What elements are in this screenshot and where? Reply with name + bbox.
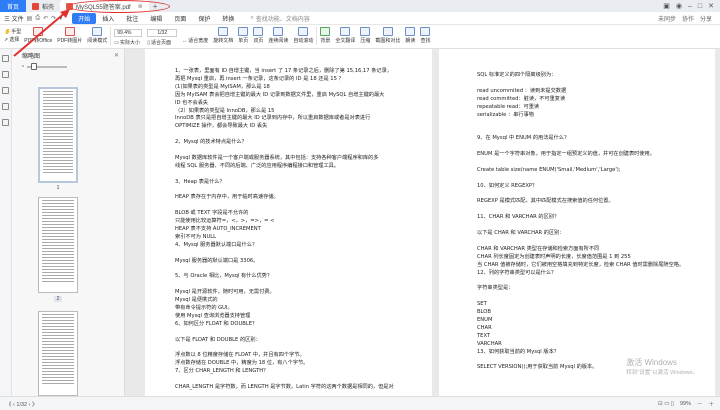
document-text-line: read committed：脏读，不可重复读 <box>477 95 566 102</box>
document-text-line: Create table size(name ENUM('Smail,'Medi… <box>477 166 621 173</box>
page-thumbnail[interactable] <box>38 311 78 396</box>
document-text-line: 带有命令提示符的 GUI。 <box>175 305 233 311</box>
document-text-line: REGEXP 是模式匹配，其中匹配模式在搜索值的任何位置。 <box>477 198 614 205</box>
document-text-line: ENUM <box>477 316 493 323</box>
pdf-page-left: 1、一张表，里面有 ID 自增主键，当 insert 了 17 条记录之后，删除… <box>145 49 432 396</box>
document-text-line: 1、一张表，里面有 ID 自增主键，当 insert 了 17 条记录之后，删除… <box>175 68 392 74</box>
document-text-line: InnoDB 表只是把自增主键的最大 ID 记录到内存中，所以重启数据库或者是对… <box>175 115 371 122</box>
watermark-title: 激活 Windows <box>626 358 677 367</box>
document-text-line: 9、在 Mysql 中 ENUM 的用法是什么？ <box>477 135 570 142</box>
thumbnail-size-slider[interactable]: ▫ <box>12 62 124 72</box>
slider-track[interactable] <box>27 63 68 70</box>
document-text-line: 以下是 FLOAT 和 DOUBLE 的区别： <box>175 336 261 343</box>
document-text-line: CHAR 和 VARCHAR 类型在存储和检索方面有所不同 <box>477 245 600 252</box>
document-text-line: 线程 SQL 服务器、不同的后端、广泛的应用程序编程接口和管理工具。 <box>175 162 340 169</box>
document-text-line: BLOB <box>477 309 491 315</box>
document-text-line: 13、如何获取当前的 Mysql 版本？ <box>477 348 559 355</box>
annotation-arrow <box>13 9 70 57</box>
document-text-line: serializable ：串行事物 <box>477 111 534 118</box>
status-bar: 《 ‹ 1/32 › 》 ⊡ ▭ ▯ 99% － ＋ <box>0 396 720 410</box>
zoom-level[interactable]: 99% <box>680 401 691 407</box>
document-text-line: 索引不可为 NULL <box>175 233 217 240</box>
document-text-line: Mysql 是开源软件，随时可用，无需付费。 <box>175 289 275 296</box>
document-text-line: 10、如何定义 REGEXP？ <box>477 182 538 189</box>
watermark-subtitle: 转到"设置"以激活 Windows。 <box>626 370 698 376</box>
document-text-line: 只能使用比较运算符=，<，>，=>，= < <box>175 218 275 225</box>
document-text-line: 当 CHAR 值被存储时，它们被用空格填充到特定长度，检索 CHAR 值时需删除… <box>477 261 685 268</box>
zoom-out-icon[interactable]: － <box>697 400 703 408</box>
attachment-icon[interactable] <box>2 103 9 110</box>
document-text-line: 12、列的字符串类型可以是什么？ <box>477 269 557 276</box>
bookmark-icon[interactable] <box>2 71 9 78</box>
comment-icon[interactable] <box>2 87 9 94</box>
thumbnail-panel: 缩略图 ✕ ▫ 1 2 <box>12 49 125 396</box>
page-thumbnail[interactable] <box>38 87 78 183</box>
document-text-line: 5、与 Oracle 相比，Mysql 有什么优势？ <box>175 273 273 280</box>
document-text-line: Mysql 是便携式的 <box>175 297 218 304</box>
document-text-line: HEAP 表存在于内存中，用于临时高速存储。 <box>175 194 279 201</box>
pdf-page-right: SQL 标准定义的四个隔离级别为： read uncommited ：读到未提交数… <box>439 49 715 396</box>
document-text-line: SELECT VERSION();用于获取当前 Mysql 的版本。 <box>477 364 598 371</box>
view-mode-icons[interactable]: ⊡ ▭ ▯ <box>658 401 674 407</box>
document-viewer[interactable]: 1、一张表，里面有 ID 自增主键，当 insert 了 17 条记录之后，删除… <box>125 49 720 396</box>
left-sidebar-tools <box>0 49 12 396</box>
zoom-in-icon[interactable]: ＋ <box>708 400 714 408</box>
document-text-line: 浮点数存储在 DOUBLE 中，精度为 18 位，有八个字节。 <box>175 360 309 367</box>
document-text-line: 以下是 CHAR 和 VARCHAR 的区别： <box>477 230 565 236</box>
document-text-line: ID 也不会丢失 <box>175 99 209 106</box>
document-text-line: 浮点数以 8 位精度存储在 FLOAT 中，并且有四个字节。 <box>175 352 305 359</box>
document-text-line: 因为 MyISAM 表会把自增主键的最大 ID 记录到数据文件里，重启 MySQ… <box>175 91 385 98</box>
document-text-line: CHAR <box>477 324 492 331</box>
page-thumbnail[interactable] <box>38 197 78 293</box>
document-text-line: 使用 Mysql 查询浏览器支持管理 <box>175 312 251 319</box>
document-text-line: SET <box>477 301 487 308</box>
document-text-line: Mysql 数据库软件是一个客户端或服务器系统，其中包括：支持各种客户端程序和库… <box>175 154 379 161</box>
document-text-line: repeatable read：可重读 <box>477 103 540 110</box>
document-text-line: OPTIMIZE 操作，都会导致最大 ID 丢失 <box>175 123 268 130</box>
document-text-line: 再把 Mysql 重启，再 insert 一条记录，这条记录的 ID 是 18 … <box>175 75 344 82</box>
thumbnail-page-number: 1 <box>56 185 60 191</box>
document-text-line: 2、Mysql 的技术特点是什么？ <box>175 139 247 146</box>
windows-activation-watermark: 激活 Windows 转到"设置"以激活 Windows。 <box>626 358 698 378</box>
document-text-line: CHAR_LENGTH 是字符数，而 LENGTH 是字节数。Latin 字符的… <box>175 384 394 390</box>
search-panel-icon[interactable] <box>2 119 9 126</box>
document-text-line: read uncommited ：读到未提交数据 <box>477 87 567 94</box>
document-text-line: 3、Heap 表是什么？ <box>175 178 225 185</box>
document-text-line: 7、区分 CHAR_LENGTH 和 LENGTH？ <box>175 368 269 375</box>
document-text-line: TEXT <box>477 332 491 339</box>
document-text-line: CHAR 列长度固定为创建表时声明的长度，长度值范围是 1 到 255 <box>477 253 631 260</box>
document-text-line: 字符串类型是： <box>477 285 514 292</box>
document-text-line: （2）如果表的类型是 InnoDB，那么是 15 <box>175 107 275 114</box>
page-navigation[interactable]: 《 ‹ 1/32 › 》 <box>6 400 37 408</box>
document-text-line: 4、Mysql 服务器默认端口是什么？ <box>175 241 258 248</box>
document-text-line: SQL 标准定义的四个隔离级别为： <box>477 72 557 78</box>
document-text-line: ENUM 是一个字符串对象，用于指定一组预定义的值，并可在创建表时使用。 <box>477 151 655 157</box>
document-text-line: BLOB 或 TEXT 字段是不允许的 <box>175 210 249 217</box>
document-text-line: VARCHAR <box>477 340 502 347</box>
zoom-out-icon[interactable]: ▫ <box>22 64 24 70</box>
thumbnail-page-number: 2 <box>38 296 78 302</box>
document-text-line: 11、CHAR 和 VARCHAR 的区别？ <box>477 214 560 221</box>
slider-handle[interactable] <box>31 63 38 70</box>
document-text-line: Mysql 服务器的默认端口是 3306。 <box>175 257 259 264</box>
document-text-line: (1)如果表的类型是 MyISAM，那么是 18 <box>175 83 270 90</box>
document-text-line: HEAP 表不支持 AUTO_INCREMENT <box>175 226 261 232</box>
document-text-line: 6、如何区分 FLOAT 和 DOUBLE？ <box>175 320 258 327</box>
